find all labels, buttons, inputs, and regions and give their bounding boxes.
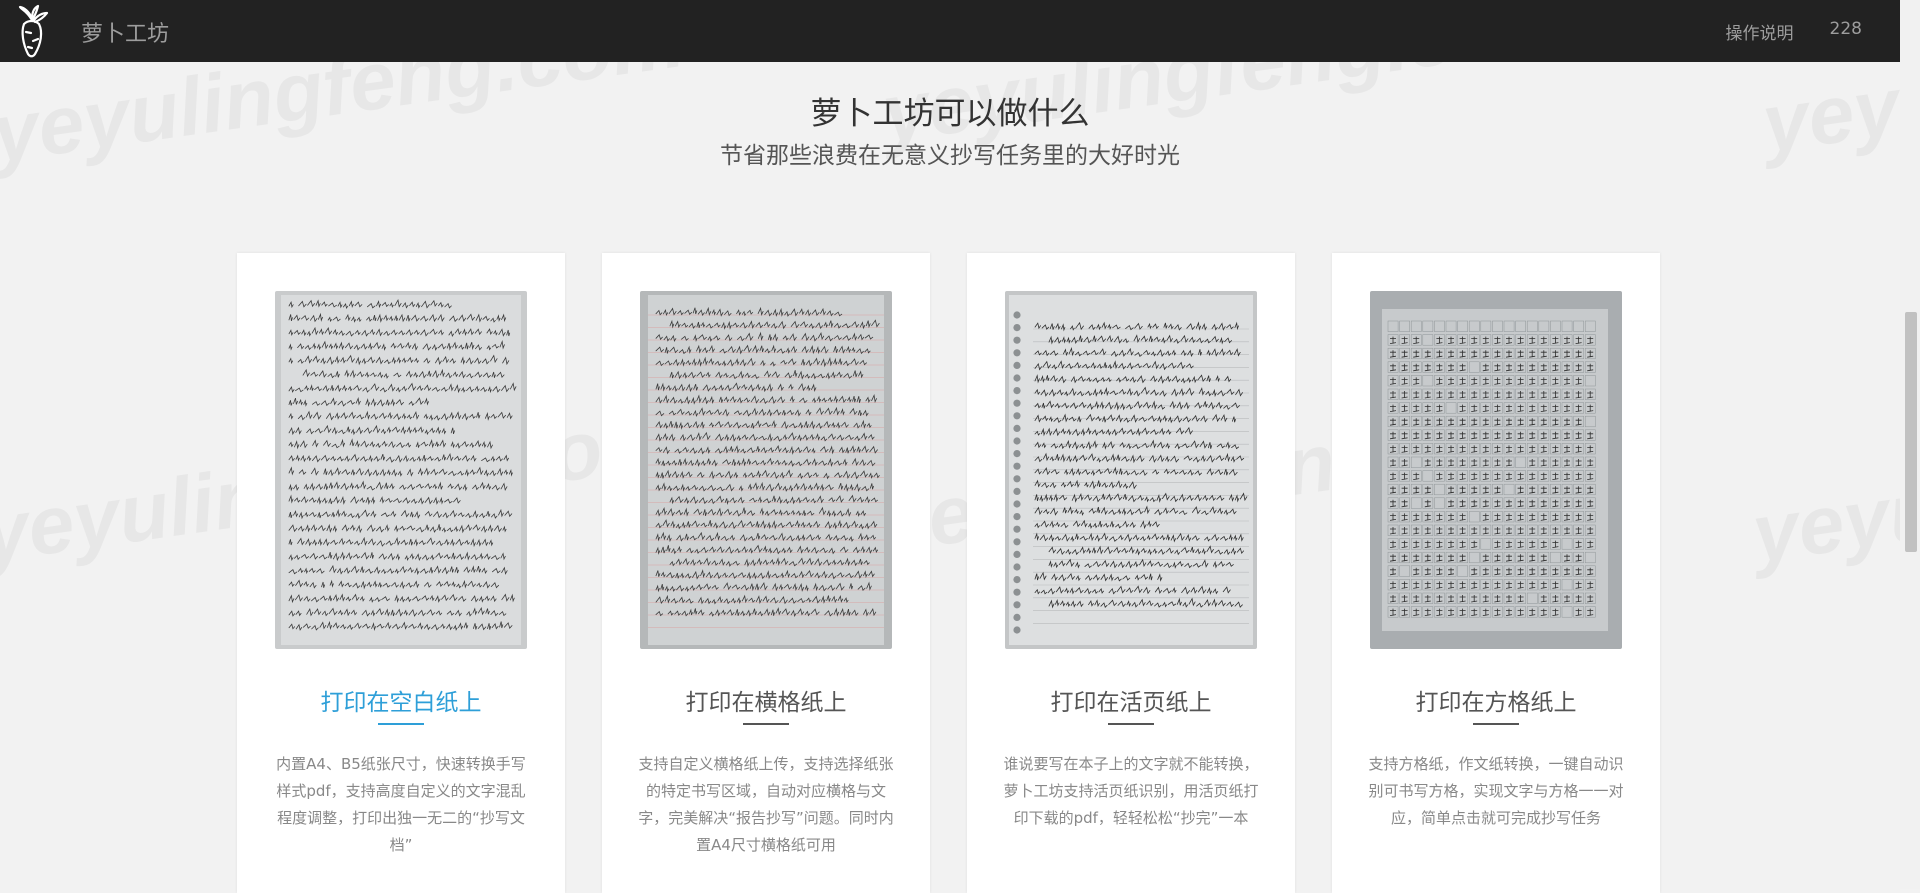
feature-card-blank-paper[interactable]: 打印在空白纸上 内置A4、B5纸张尺寸，快速转换手写样式pdf，支持高度自定义的… [237,253,565,893]
card-description: 支持方格纸，作文纸转换，一键自动识别可书写方格，实现文字与方格一一对应，简单点击… [1368,755,1624,827]
feature-card-lined-paper[interactable]: 打印在横格纸上 支持自定义横格纸上传，支持选择纸张的特定书写区域，自动对应横格与… [602,253,930,893]
scrollbar-thumb[interactable] [1905,312,1917,552]
card-title: 打印在空白纸上 [320,690,482,716]
nav-links: 操作说明 228 [1726,19,1862,44]
feature-card-loose-leaf-paper[interactable]: 打印在活页纸上 谁说要写在本子上的文字就不能转换，萝卜工坊支持活页纸识别，用活页… [967,253,1295,893]
watermark: yeyulingfeng.com [1747,392,1920,582]
card-title: 打印在方格纸上 [1415,690,1577,716]
section-title: 萝卜工坊可以做什么 [810,96,1090,132]
feature-cards: 打印在空白纸上 内置A4、B5纸张尺寸，快速转换手写样式pdf，支持高度自定义的… [237,253,1662,893]
handwritten-blank-paper-image [275,291,527,649]
section-subtitle: 节省那些浪费在无意义抄写任务里的大好时光 [720,143,1180,169]
handwritten-loose-leaf-paper-image [1005,291,1257,649]
handwritten-lined-paper-image [640,291,892,649]
card-title: 打印在活页纸上 [1050,690,1212,716]
card-description: 内置A4、B5纸张尺寸，快速转换手写样式pdf，支持高度自定义的文字混乱程度调整… [276,755,526,854]
carrot-logo-icon[interactable] [12,4,52,60]
handwritten-grid-paper-image [1370,291,1622,649]
top-navbar: 萝卜工坊 操作说明 228 [0,0,1900,62]
card-description: 谁说要写在本子上的文字就不能转换，萝卜工坊支持活页纸识别，用活页纸打印下载的pd… [1003,755,1259,827]
card-description: 支持自定义横格纸上传，支持选择纸张的特定书写区域，自动对应横格与文字，完美解决“… [638,755,894,854]
nav-link-count[interactable]: 228 [1830,19,1862,44]
title-underline [1473,723,1519,725]
feature-card-grid-paper[interactable]: 打印在方格纸上 支持方格纸，作文纸转换，一键自动识别可书写方格，实现文字与方格一… [1332,253,1660,893]
site-name[interactable]: 萝卜工坊 [81,16,169,48]
title-underline [378,723,424,725]
card-title: 打印在横格纸上 [685,690,847,716]
title-underline [1108,723,1154,725]
nav-link-instructions[interactable]: 操作说明 [1726,19,1794,44]
title-underline [743,723,789,725]
